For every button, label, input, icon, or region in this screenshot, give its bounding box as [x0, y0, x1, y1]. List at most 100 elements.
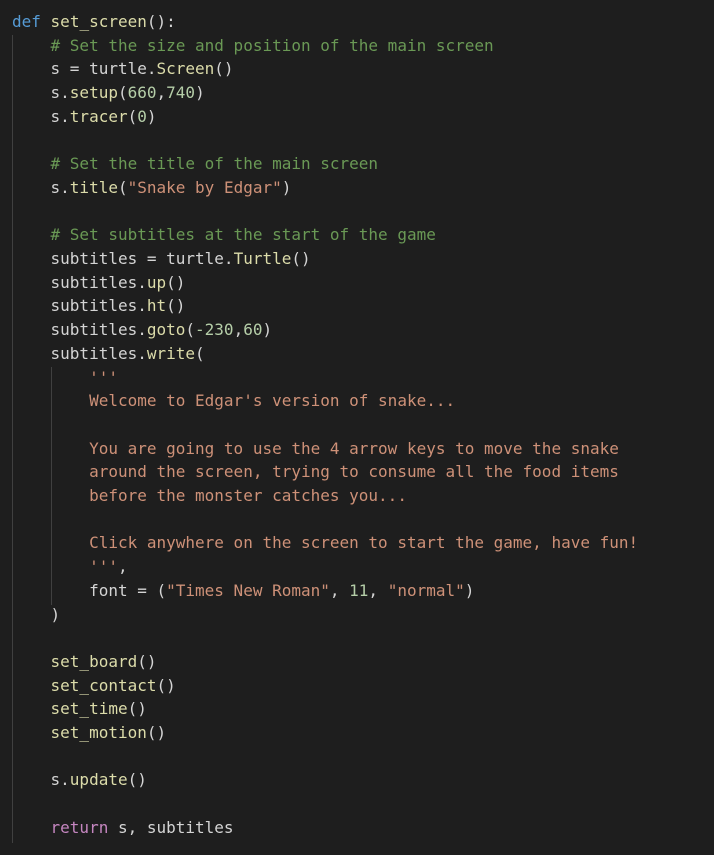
code-token: (: [117, 83, 128, 103]
code-token: ): [262, 320, 273, 340]
code-token: (): [166, 296, 186, 316]
code-token: (): [127, 770, 147, 790]
code-line[interactable]: subtitles.up(): [12, 271, 186, 295]
code-token: Screen: [156, 59, 215, 79]
code-line[interactable]: s.tracer(0): [12, 105, 157, 129]
code-token: (): [146, 723, 167, 742]
code-line[interactable]: subtitles.write(: [12, 342, 205, 366]
code-token: (): [166, 272, 186, 292]
code-token: ,: [156, 83, 167, 103]
code-token: ''': [89, 557, 118, 577]
code-token: set_screen: [50, 12, 147, 31]
code-line[interactable]: subtitles.ht(): [12, 294, 186, 318]
code-token: (: [185, 320, 196, 340]
code-line[interactable]: subtitles = turtle.Turtle(): [12, 247, 311, 271]
code-token: ): [281, 177, 292, 197]
code-token: s.: [12, 177, 70, 197]
code-token: setup: [69, 83, 118, 103]
code-editor[interactable]: def set_screen(): # Set the size and pos…: [0, 0, 714, 855]
code-line[interactable]: set_board(): [12, 650, 157, 674]
code-token: before the monster catches you...: [89, 486, 407, 505]
code-line[interactable]: # Set the size and position of the main …: [12, 34, 494, 58]
code-token: "normal": [387, 580, 465, 600]
code-token: subtitles.: [12, 320, 147, 340]
code-token: (: [117, 177, 128, 197]
code-token: ''': [89, 367, 118, 387]
code-token: ): [464, 580, 475, 600]
code-token: 0: [137, 106, 147, 126]
code-line[interactable]: def set_screen():: [12, 10, 176, 34]
code-line[interactable]: s.title("Snake by Edgar"): [12, 176, 292, 200]
code-line[interactable]: ''',: [12, 555, 128, 579]
code-token: set_board: [50, 651, 138, 671]
code-token: subtitles.: [12, 343, 147, 363]
code-token: around the screen, trying to consume all…: [89, 462, 619, 482]
code-line[interactable]: Click anywhere on the screen to start th…: [12, 531, 638, 555]
code-line[interactable]: set_time(): [12, 697, 147, 721]
code-token: (): [137, 651, 157, 671]
code-token: tracer: [69, 106, 128, 126]
code-token: "Times New Roman": [166, 580, 330, 600]
code-token: ():: [146, 12, 176, 31]
code-token: ,: [117, 557, 128, 577]
code-token: Turtle: [233, 249, 292, 268]
code-token: subtitles.: [12, 272, 147, 292]
code-token: subtitles.: [12, 296, 147, 316]
code-line[interactable]: # Set subtitles at the start of the game: [12, 223, 436, 247]
code-token: s = turtle.: [12, 59, 157, 79]
code-token: (): [156, 675, 176, 695]
code-token: set_motion: [50, 723, 147, 742]
code-token: You are going to use the 4 arrow keys to…: [89, 438, 619, 458]
code-token: update: [69, 770, 128, 790]
code-token: 11: [349, 580, 369, 600]
code-line[interactable]: # Set the title of the main screen: [12, 152, 379, 176]
code-line[interactable]: s = turtle.Screen(): [12, 57, 234, 81]
code-token: (: [127, 106, 138, 126]
code-token: ): [195, 83, 205, 103]
code-line[interactable]: ): [12, 603, 61, 627]
code-token: (): [291, 249, 311, 268]
code-line[interactable]: s.update(): [12, 768, 147, 792]
code-token: (): [214, 59, 234, 79]
code-token: set_contact: [50, 675, 157, 695]
code-line[interactable]: s.setup(660,740): [12, 81, 205, 105]
code-token: return: [50, 817, 109, 837]
code-token: # Set the title of the main screen: [50, 154, 379, 174]
code-line[interactable]: set_motion(): [12, 721, 167, 745]
code-line[interactable]: return s, subtitles: [12, 816, 234, 840]
code-token: ,: [368, 580, 388, 600]
code-line[interactable]: You are going to use the 4 arrow keys to…: [12, 437, 619, 461]
code-token: ht: [146, 296, 167, 316]
code-token: (): [127, 699, 147, 719]
code-token: 60: [243, 320, 263, 340]
code-token: 660: [127, 83, 157, 103]
code-token: Welcome to Edgar's version of snake...: [89, 391, 456, 411]
code-token: s.: [12, 106, 70, 126]
code-line[interactable]: ''': [12, 366, 118, 390]
code-line[interactable]: Welcome to Edgar's version of snake...: [12, 389, 455, 413]
code-line[interactable]: subtitles.goto(-230,60): [12, 318, 273, 342]
code-token: ): [146, 106, 157, 126]
code-line[interactable]: set_contact(): [12, 674, 176, 698]
code-line[interactable]: around the screen, trying to consume all…: [12, 460, 619, 484]
code-token: # Set subtitles at the start of the game: [50, 225, 436, 245]
code-token: 740: [166, 83, 196, 103]
code-line[interactable]: font = ("Times New Roman", 11, "normal"): [12, 579, 474, 603]
code-token: write: [146, 343, 196, 363]
code-token: s.: [12, 83, 70, 103]
code-token: s, subtitles: [108, 817, 234, 837]
code-line[interactable]: before the monster catches you...: [12, 484, 407, 508]
code-token: ,: [233, 320, 244, 340]
